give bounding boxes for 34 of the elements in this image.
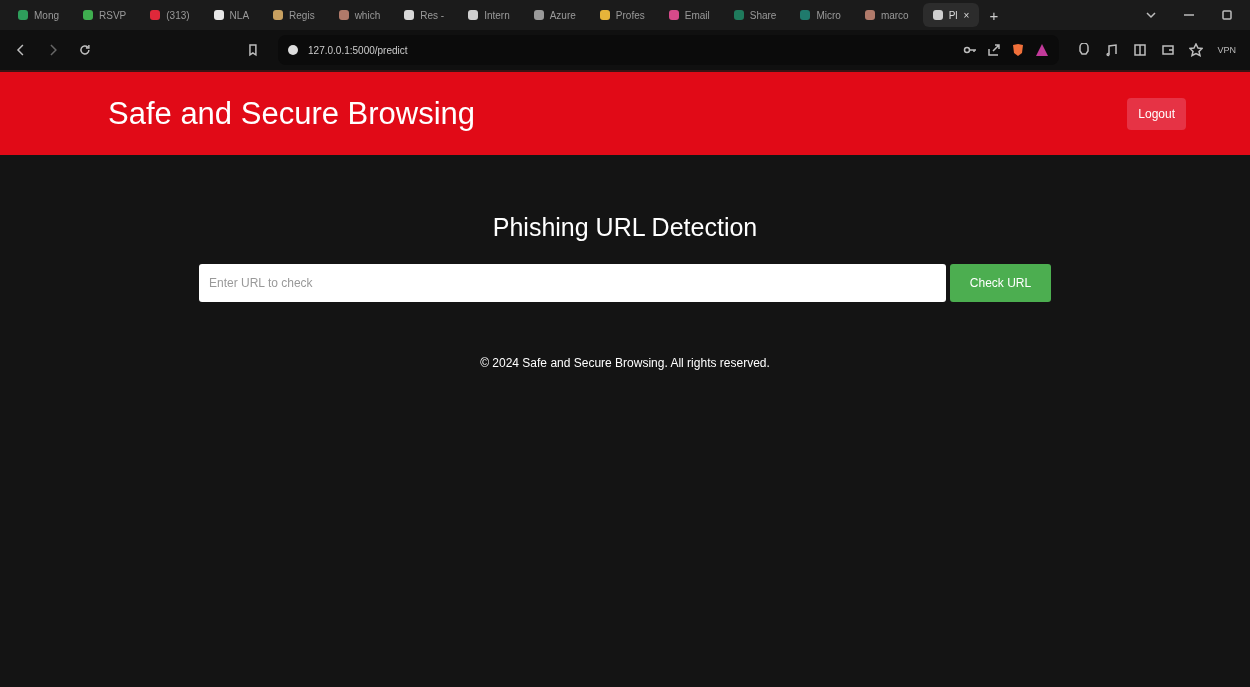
- browser-tab[interactable]: (313): [140, 3, 200, 27]
- browser-tab[interactable]: Email: [658, 3, 720, 27]
- url-input-field[interactable]: Enter URL to check: [199, 264, 946, 302]
- reload-icon[interactable]: [77, 43, 92, 57]
- page-heading: Phishing URL Detection: [492, 213, 758, 242]
- browser-tab[interactable]: which: [328, 3, 391, 27]
- new-tab-button[interactable]: +: [989, 6, 999, 24]
- info-icon: [288, 45, 299, 55]
- star-icon[interactable]: [1189, 43, 1204, 57]
- browser-tab[interactable]: RSVP: [73, 3, 137, 27]
- browser-tab[interactable]: Mong: [8, 3, 69, 27]
- share-icon[interactable]: [987, 43, 1002, 57]
- browser-tab[interactable]: NLA: [203, 3, 260, 27]
- copyright-text: © 2024 Safe and Secure Browsing. All rights reserved.: [480, 356, 770, 370]
- logout-button[interactable]: Logout: [1127, 97, 1186, 130]
- vpn-button[interactable]: VPN: [1217, 45, 1236, 55]
- browser-tab[interactable]: Profes: [589, 3, 655, 27]
- maximize-icon[interactable]: [1220, 8, 1234, 22]
- music-icon[interactable]: [1105, 43, 1120, 57]
- browser-tab[interactable]: marco: [854, 3, 919, 27]
- browser-tab[interactable]: Azure: [523, 3, 586, 27]
- sidebar-icon[interactable]: [1133, 43, 1148, 57]
- wallet-icon[interactable]: [1161, 43, 1176, 57]
- browser-tab[interactable]: Micro: [790, 3, 851, 27]
- close-tab-button[interactable]: ×: [963, 9, 970, 21]
- browser-tab[interactable]: Res -: [394, 3, 455, 27]
- browser-tab[interactable]: Intern: [458, 3, 520, 27]
- address-bar[interactable]: 127.0.0.1:5000/predict: [278, 35, 1060, 65]
- browser-tab[interactable]: Pl ×: [922, 3, 980, 27]
- shield-icon[interactable]: [1011, 43, 1026, 57]
- site-title: Safe and Secure Browsing: [108, 95, 476, 132]
- triangle-icon[interactable]: [1035, 43, 1050, 57]
- browser-tab[interactable]: Regis: [263, 3, 325, 27]
- browser-tab[interactable]: Share: [723, 3, 787, 27]
